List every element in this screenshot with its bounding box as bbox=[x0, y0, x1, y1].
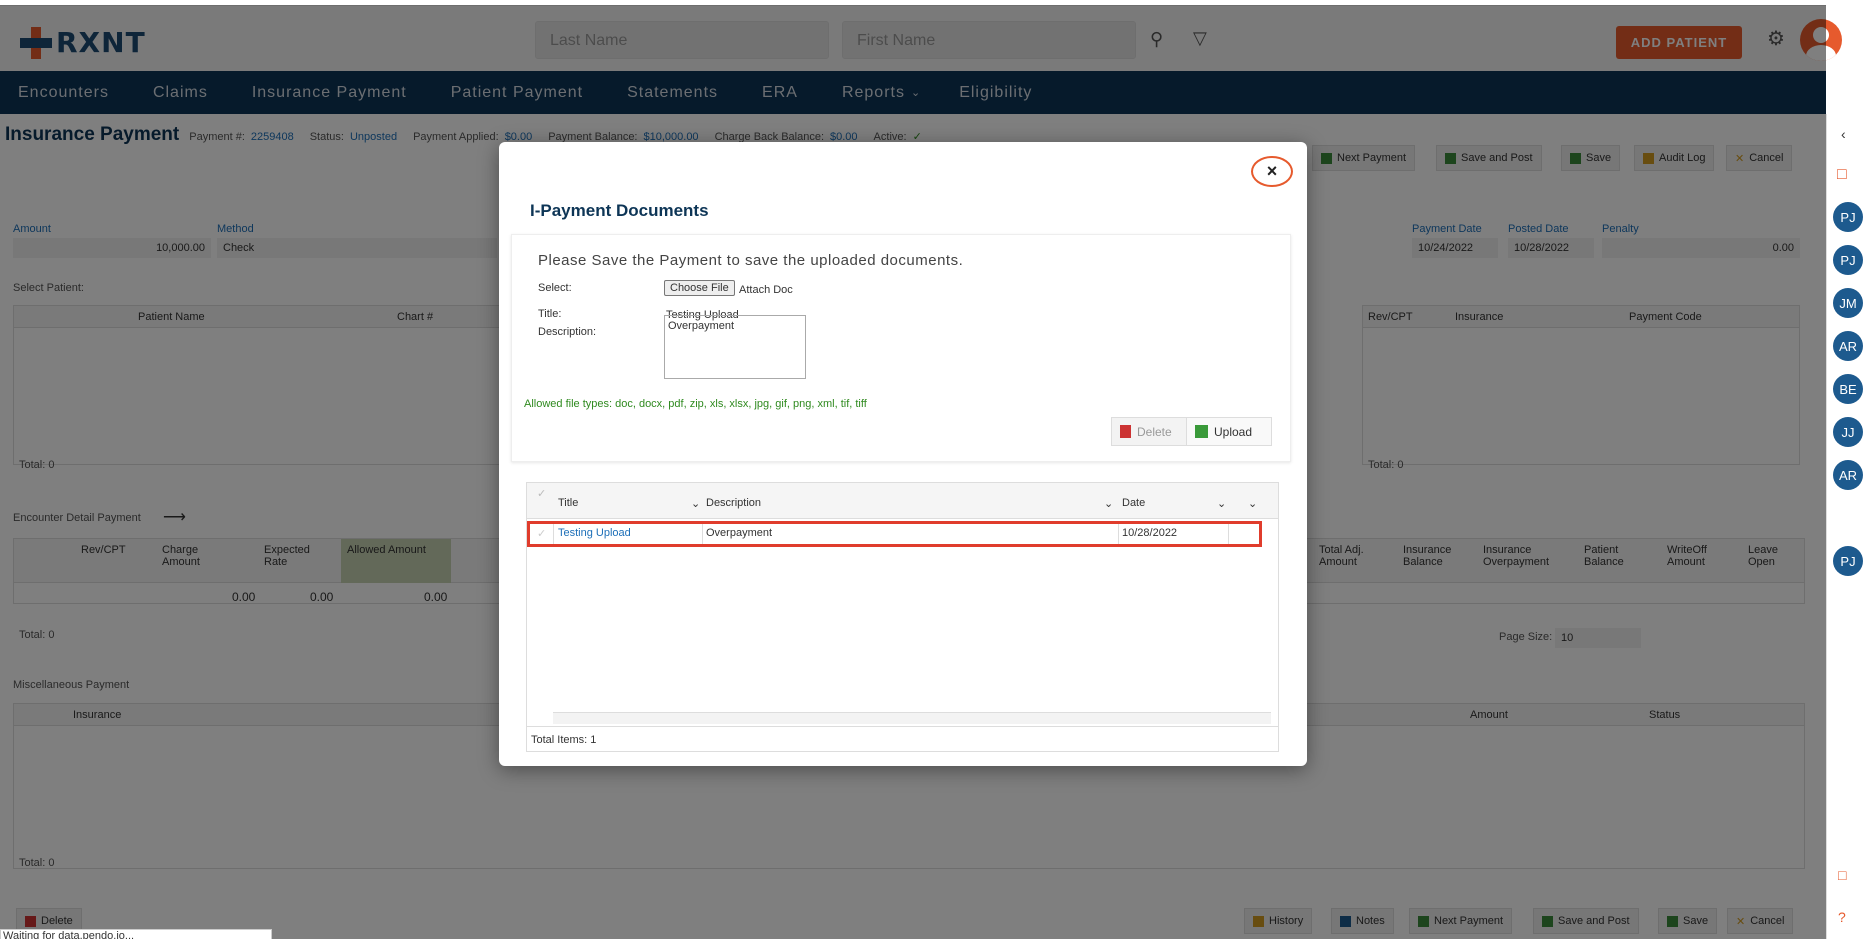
col-description[interactable]: Description bbox=[706, 497, 761, 509]
horizontal-scrollbar[interactable] bbox=[553, 712, 1271, 724]
chevron-down-icon[interactable]: ⌄ bbox=[691, 497, 700, 510]
right-rail: ‹ □ PJ PJ JM AR BE JJ AR PJ □ ? bbox=[1826, 114, 1863, 939]
ipayment-documents-modal: × I-Payment Documents Please Save the Pa… bbox=[499, 142, 1307, 766]
title-label: Title: bbox=[538, 308, 562, 320]
save-message: Please Save the Payment to save the uplo… bbox=[538, 252, 964, 269]
chevron-down-icon[interactable]: ⌄ bbox=[1217, 497, 1226, 510]
rail-avatar[interactable]: JJ bbox=[1833, 417, 1863, 447]
doc-title-link[interactable]: Testing Upload bbox=[558, 527, 631, 539]
doc-description: Overpayment bbox=[706, 527, 773, 539]
allowed-file-types: Allowed file types: doc, docx, pdf, zip,… bbox=[524, 398, 867, 410]
choose-file-button[interactable]: Choose File bbox=[664, 280, 735, 296]
message-icon[interactable]: □ bbox=[1838, 867, 1846, 883]
delete-label: Delete bbox=[1137, 424, 1172, 439]
grid-footer: Total Items: 1 bbox=[527, 726, 1278, 751]
col-title[interactable]: Title bbox=[558, 497, 578, 509]
description-label: Description: bbox=[538, 326, 597, 338]
rail-avatar[interactable]: AR bbox=[1833, 331, 1863, 361]
chat-icon[interactable]: □ bbox=[1837, 166, 1847, 184]
modal-title: I-Payment Documents bbox=[530, 201, 709, 220]
upload-card: Please Save the Payment to save the uplo… bbox=[511, 234, 1291, 462]
col-divider bbox=[1228, 524, 1229, 544]
delete-doc-button[interactable]: Delete bbox=[1112, 418, 1187, 445]
select-all-checkbox[interactable]: ✓ bbox=[537, 487, 546, 500]
row-checkbox[interactable]: ✓ bbox=[537, 527, 546, 540]
select-label: Select: bbox=[538, 282, 572, 294]
col-divider bbox=[553, 524, 554, 544]
rail-avatar[interactable]: JM bbox=[1833, 288, 1863, 318]
col-divider bbox=[702, 524, 703, 544]
col-date[interactable]: Date bbox=[1122, 497, 1145, 509]
table-row[interactable]: ✓ Testing Upload Overpayment 10/28/2022 bbox=[527, 521, 1262, 547]
rail-avatar[interactable]: AR bbox=[1833, 460, 1863, 490]
trash-icon bbox=[1120, 425, 1131, 438]
help-icon[interactable]: ? bbox=[1838, 909, 1846, 925]
doc-date: 10/28/2022 bbox=[1122, 527, 1178, 539]
chevron-left-icon[interactable]: ‹ bbox=[1841, 126, 1846, 142]
rail-avatar[interactable]: PJ bbox=[1833, 546, 1863, 576]
description-textarea[interactable]: Overpayment bbox=[664, 315, 806, 379]
rail-avatar[interactable]: PJ bbox=[1833, 202, 1863, 232]
chevron-down-icon[interactable]: ⌄ bbox=[1248, 497, 1257, 510]
col-divider bbox=[1118, 524, 1119, 544]
documents-grid-header: ✓ Title ⌄ Description ⌄ Date ⌄ ⌄ bbox=[527, 483, 1278, 519]
rail-avatar[interactable]: BE bbox=[1833, 374, 1863, 404]
browser-status-bar: Waiting for data.pendo.io... bbox=[0, 929, 272, 939]
attach-doc-label: Attach Doc bbox=[739, 284, 793, 296]
close-button[interactable]: × bbox=[1251, 156, 1293, 187]
upload-actions: Delete Upload bbox=[1111, 417, 1272, 446]
upload-icon bbox=[1195, 425, 1208, 438]
upload-button[interactable]: Upload bbox=[1187, 418, 1271, 445]
upload-label: Upload bbox=[1214, 424, 1253, 439]
rail-avatar[interactable]: PJ bbox=[1833, 245, 1863, 275]
chevron-down-icon[interactable]: ⌄ bbox=[1104, 497, 1113, 510]
documents-grid: ✓ Title ⌄ Description ⌄ Date ⌄ ⌄ ✓ Testi… bbox=[526, 482, 1279, 752]
